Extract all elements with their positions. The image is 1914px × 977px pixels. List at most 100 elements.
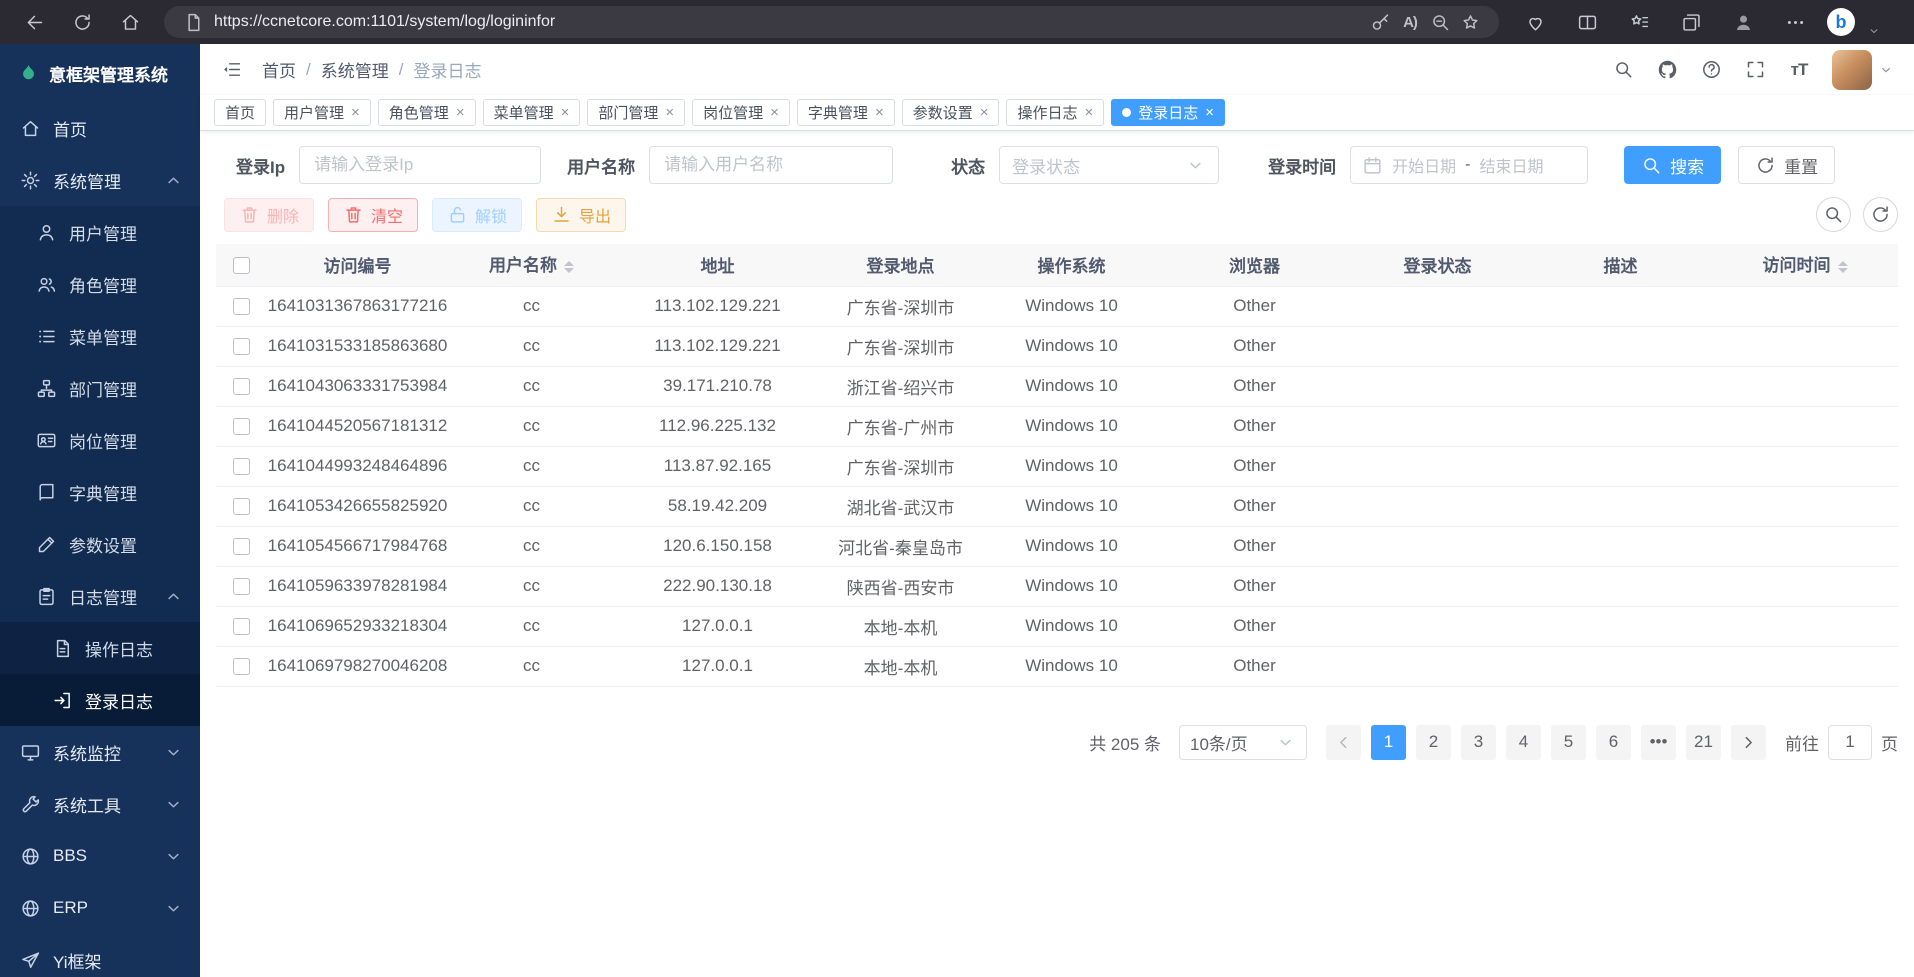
next-page-button[interactable] [1731,725,1766,760]
reset-button[interactable]: 重置 [1738,146,1835,184]
sidebar-item-operation-log[interactable]: 操作日志 [0,622,200,674]
row-checkbox[interactable] [233,378,250,395]
select-all-checkbox[interactable] [233,257,250,274]
tab-post-management[interactable]: 岗位管理× [692,99,790,126]
refresh-icon[interactable] [62,2,102,42]
search-button[interactable]: 搜索 [1624,146,1721,184]
username-input[interactable] [649,146,893,184]
refresh-table-button[interactable] [1863,197,1898,232]
app-logo[interactable]: 意框架管理系统 [0,44,200,102]
prev-page-button[interactable] [1326,725,1361,760]
breadcrumb-system[interactable]: 系统管理 [321,57,389,82]
sort-control[interactable] [1838,256,1848,278]
status-select[interactable]: 登录状态 [999,146,1219,184]
row-checkbox[interactable] [233,578,250,595]
sidebar-item-yi-framework[interactable]: Yi框架 [0,934,200,977]
page-button-2[interactable]: 2 [1416,725,1451,760]
login-ip-input[interactable] [299,146,541,184]
sort-control[interactable] [564,256,574,278]
sidebar-item-system-management[interactable]: 系统管理 [0,154,200,206]
row-checkbox[interactable] [233,338,250,355]
help-icon[interactable] [1692,51,1730,89]
github-icon[interactable] [1648,51,1686,89]
breadcrumb-home[interactable]: 首页 [262,57,296,82]
settings-menu-icon[interactable] [1775,2,1815,42]
bing-caret-icon[interactable] [1867,24,1881,38]
close-icon[interactable]: × [665,105,674,120]
page-button-4[interactable]: 4 [1506,725,1541,760]
clear-button[interactable]: 清空 [328,198,418,232]
zoom-out-icon[interactable] [1425,7,1455,37]
sidebar-item-dict-management[interactable]: 字典管理 [0,466,200,518]
sidebar-item-bbs[interactable]: BBS [0,830,200,882]
favorite-star-icon[interactable] [1455,7,1485,37]
split-screen-icon[interactable] [1567,2,1607,42]
fullscreen-icon[interactable] [1736,51,1774,89]
close-icon[interactable]: × [980,105,989,120]
browser-essentials-icon[interactable] [1515,2,1555,42]
tab-param-settings[interactable]: 参数设置× [902,99,1000,126]
tab-login-log[interactable]: 登录日志× [1111,99,1225,126]
date-range-picker[interactable]: 开始日期 - 结束日期 [1350,146,1588,184]
page-button-1[interactable]: 1 [1371,725,1406,760]
more-pages-button[interactable]: ••• [1641,725,1676,760]
delete-button[interactable]: 删除 [224,198,314,232]
row-checkbox[interactable] [233,658,250,675]
tab-home[interactable]: 首页 [214,99,266,126]
tab-dict-management[interactable]: 字典管理× [797,99,895,126]
sidebar-collapse-icon[interactable] [212,51,250,89]
sidebar-item-login-log[interactable]: 登录日志 [0,674,200,726]
sidebar-item-system-monitor[interactable]: 系统监控 [0,726,200,778]
page-button-3[interactable]: 3 [1461,725,1496,760]
site-info-icon[interactable] [178,7,208,37]
goto-page-input[interactable] [1828,725,1872,760]
close-icon[interactable]: × [1205,105,1214,120]
sidebar-item-user-management[interactable]: 用户管理 [0,206,200,258]
page-size-select[interactable]: 10条/页 [1179,725,1307,760]
header-search-icon[interactable] [1604,51,1642,89]
sidebar-item-system-tools[interactable]: 系统工具 [0,778,200,830]
row-checkbox[interactable] [233,418,250,435]
close-icon[interactable]: × [456,105,465,120]
favorites-bar-icon[interactable] [1619,2,1659,42]
row-checkbox[interactable] [233,618,250,635]
browser-profile-icon[interactable] [1723,2,1763,42]
font-size-icon[interactable]: тT [1780,51,1818,89]
tab-department-management[interactable]: 部门管理× [587,99,685,126]
address-bar[interactable]: https://ccnetcore.com:1101/system/log/lo… [164,6,1499,38]
tab-user-management[interactable]: 用户管理× [273,99,371,126]
row-checkbox[interactable] [233,458,250,475]
close-icon[interactable]: × [770,105,779,120]
tab-role-management[interactable]: 角色管理× [378,99,476,126]
close-icon[interactable]: × [1085,105,1094,120]
close-icon[interactable]: × [351,105,360,120]
toggle-search-button[interactable] [1816,197,1851,232]
row-checkbox[interactable] [233,498,250,515]
page-button-21[interactable]: 21 [1686,725,1721,760]
close-icon[interactable]: × [875,105,884,120]
sidebar-item-role-management[interactable]: 角色管理 [0,258,200,310]
password-key-icon[interactable] [1365,7,1395,37]
sidebar-item-post-management[interactable]: 岗位管理 [0,414,200,466]
sidebar-item-department-management[interactable]: 部门管理 [0,362,200,414]
close-icon[interactable]: × [561,105,570,120]
export-button[interactable]: 导出 [536,198,626,232]
avatar-caret-icon[interactable] [1878,62,1894,78]
back-icon[interactable] [14,2,54,42]
row-checkbox[interactable] [233,298,250,315]
tab-operation-log[interactable]: 操作日志× [1006,99,1104,126]
sidebar-item-erp[interactable]: ERP [0,882,200,934]
user-avatar[interactable] [1832,50,1872,90]
browser-home-icon[interactable] [110,2,150,42]
sidebar-item-param-settings[interactable]: 参数设置 [0,518,200,570]
read-aloud-icon[interactable]: A) [1395,7,1425,37]
sidebar-item-home[interactable]: 首页 [0,102,200,154]
unlock-button[interactable]: 解锁 [432,198,522,232]
row-checkbox[interactable] [233,538,250,555]
collections-icon[interactable] [1671,2,1711,42]
sidebar-item-log-management[interactable]: 日志管理 [0,570,200,622]
page-button-5[interactable]: 5 [1551,725,1586,760]
page-button-6[interactable]: 6 [1596,725,1631,760]
url-text[interactable]: https://ccnetcore.com:1101/system/log/lo… [214,13,1365,31]
bing-chat-icon[interactable]: b [1827,8,1855,36]
